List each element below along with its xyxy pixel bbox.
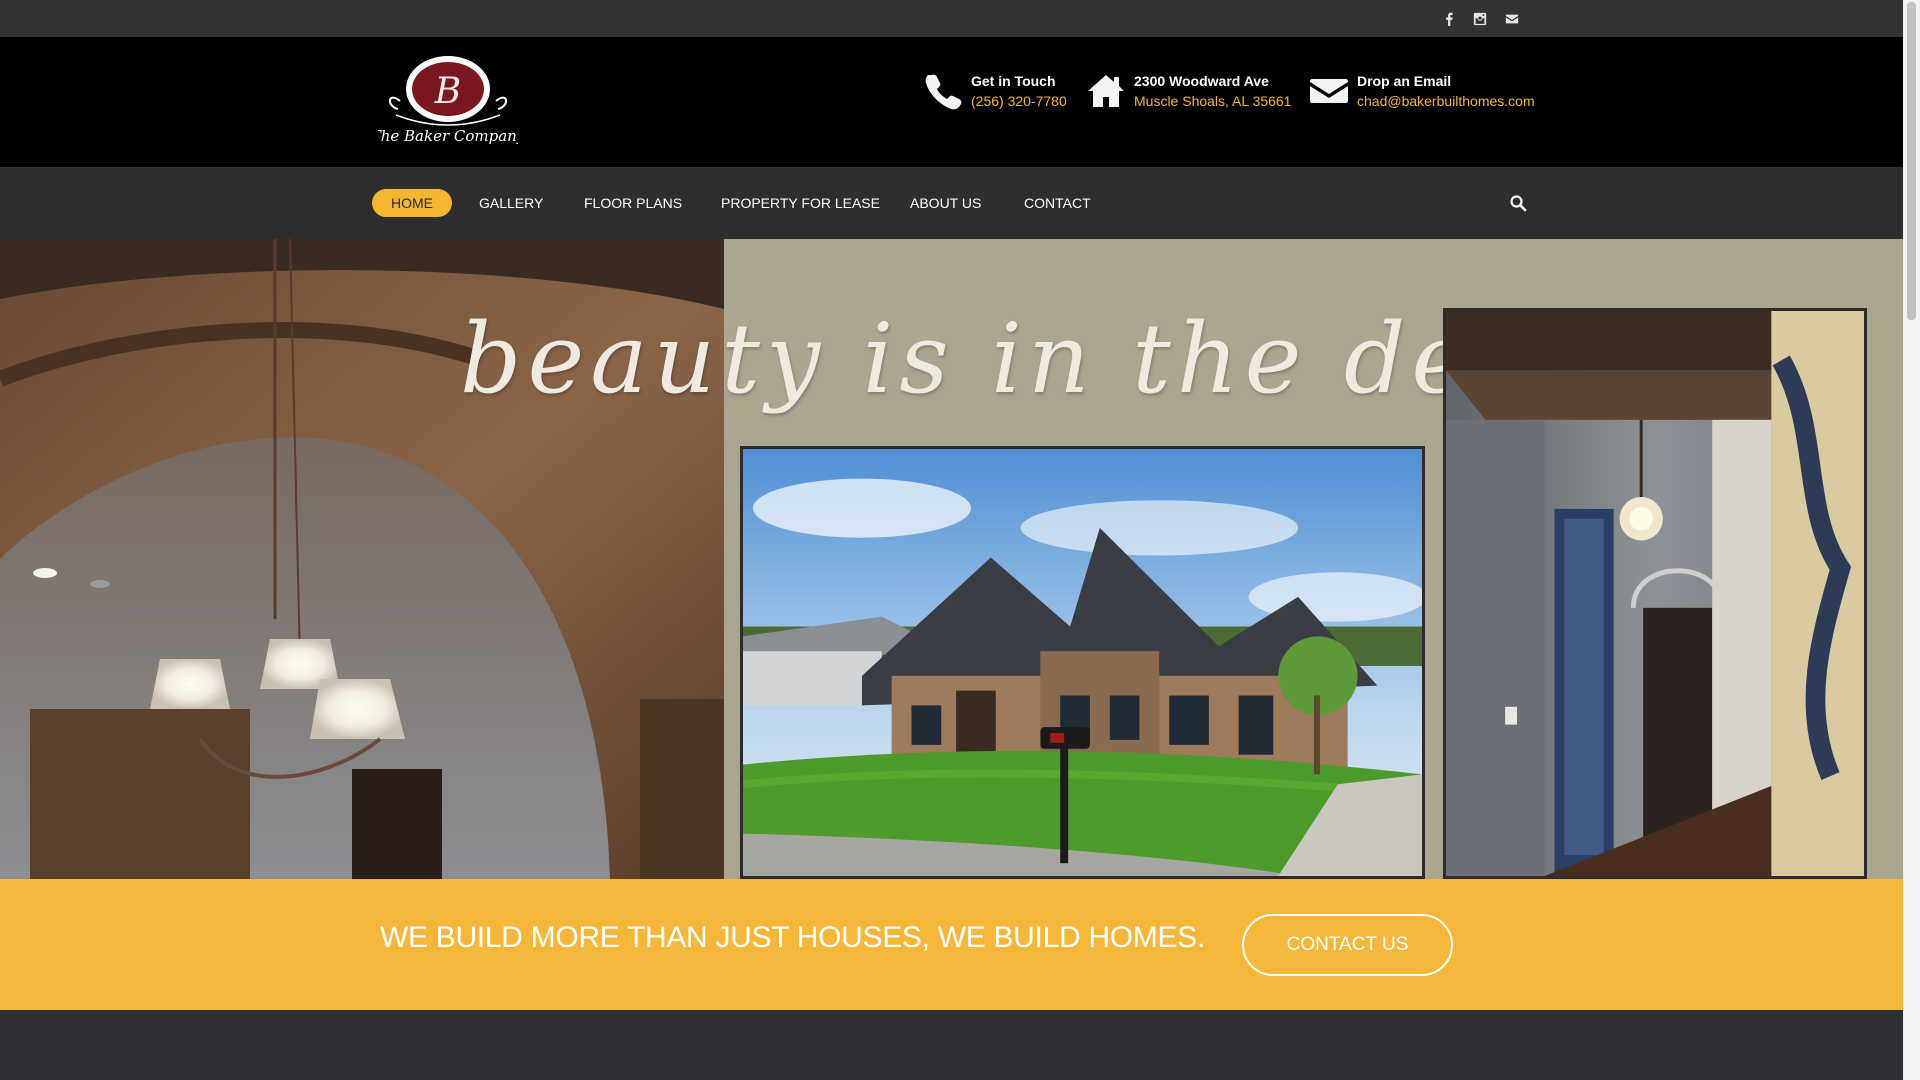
envelope-icon — [1309, 71, 1349, 111]
nav-home[interactable]: HOME — [372, 189, 452, 217]
contact-phone-title: Get in Touch — [971, 73, 1056, 89]
main-nav: HOME GALLERY FLOOR PLANS PROPERTY FOR LE… — [0, 167, 1903, 239]
scrollbar-thumb[interactable] — [1907, 2, 1916, 320]
email-icon[interactable] — [1497, 0, 1527, 37]
contact-address: 2300 Woodward Ave Muscle Shoals, AL 3566… — [1086, 71, 1291, 111]
footer-section — [0, 1010, 1903, 1080]
contact-us-button[interactable]: CONTACT US — [1242, 914, 1453, 976]
email-link[interactable]: chad@bakerbuilthomes.com — [1357, 91, 1535, 111]
nav-property-for-lease[interactable]: PROPERTY FOR LEASE — [721, 189, 880, 217]
nav-contact[interactable]: CONTACT — [1024, 189, 1091, 217]
phone-number-link[interactable]: (256) 320-7780 — [971, 91, 1067, 111]
contact-email-title: Drop an Email — [1357, 73, 1452, 89]
contact-email: Drop an Email chad@bakerbuilthomes.com — [1309, 71, 1535, 111]
company-logo[interactable]: B The Baker Company — [371, 51, 526, 151]
site-header: B The Baker Company Get in Touch (256) 3… — [0, 37, 1903, 167]
svg-text:B: B — [434, 71, 461, 112]
house-exterior-photo — [740, 446, 1425, 879]
cta-band-text: WE BUILD MORE THAN JUST HOUSES, WE BUILD… — [380, 921, 1205, 954]
search-icon[interactable] — [1509, 194, 1527, 212]
facebook-icon[interactable] — [1434, 0, 1464, 37]
address-line-2: Muscle Shoals, AL 35661 — [1134, 93, 1292, 109]
page-scrollbar[interactable] — [1903, 0, 1920, 1080]
home-icon — [1086, 71, 1126, 111]
address-line-1: 2300 Woodward Ave — [1134, 73, 1269, 89]
cta-band: WE BUILD MORE THAN JUST HOUSES, WE BUILD… — [0, 879, 1903, 1010]
instagram-icon[interactable] — [1465, 0, 1495, 37]
top-bar — [0, 0, 1903, 37]
svg-text:The Baker Company: The Baker Company — [378, 127, 518, 145]
hero-banner: beauty is in the details — [0, 239, 1903, 879]
hallway-photo — [1443, 308, 1867, 879]
nav-floor-plans[interactable]: FLOOR PLANS — [584, 189, 682, 217]
phone-icon — [923, 71, 963, 111]
nav-gallery[interactable]: GALLERY — [479, 189, 543, 217]
contact-phone: Get in Touch (256) 320-7780 — [923, 71, 1067, 111]
page: B The Baker Company Get in Touch (256) 3… — [0, 0, 1920, 1080]
nav-about-us[interactable]: ABOUT US — [910, 189, 981, 217]
